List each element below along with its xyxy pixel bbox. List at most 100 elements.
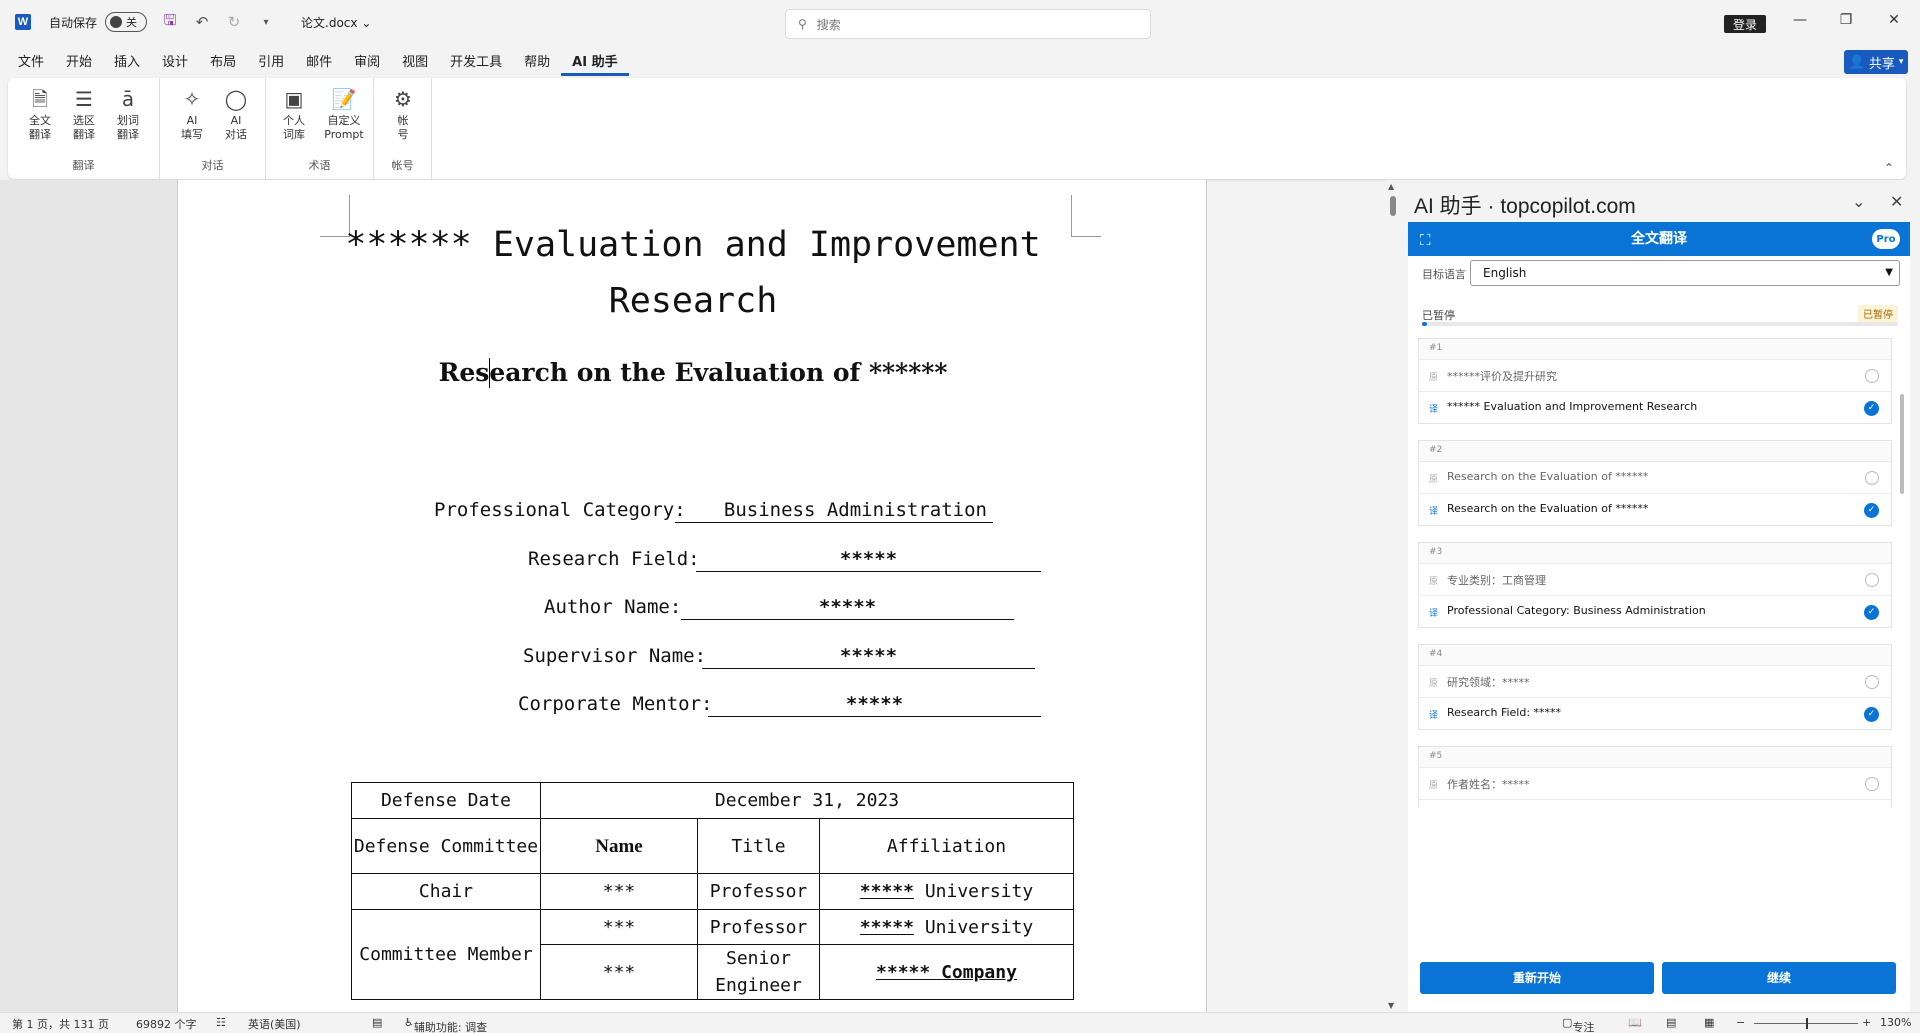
source-radio[interactable] xyxy=(1865,675,1879,689)
source-text: 作者姓名：***** xyxy=(1447,778,1530,791)
zoom-level[interactable]: 130% xyxy=(1880,1016,1911,1029)
source-radio[interactable] xyxy=(1865,369,1879,383)
source-row[interactable]: 原 Research on the Evaluation of ****** xyxy=(1419,461,1891,493)
scroll-thumb[interactable] xyxy=(1390,196,1396,216)
translated-row[interactable]: 译 ****** Evaluation and Improvement Resea… xyxy=(1419,391,1891,423)
ribbon: 🗎 全文 翻译 ☰ 选区 翻译 ā 划词 翻译 翻译 ✧ AI 填写 ◯ AI … xyxy=(8,78,1906,179)
document-title-line1: ****** Evaluation and Improvement xyxy=(345,225,1041,265)
ai-assistant-panel: AI 助手 · topcopilot.com ⌄ ✕ ⛶ 全文翻译 Pro 目标… xyxy=(1400,180,1920,1012)
affiliation-rest: University xyxy=(913,916,1034,938)
ai-write-button[interactable]: ✧ AI 填写 xyxy=(172,86,212,142)
source-radio[interactable] xyxy=(1865,573,1879,587)
list-scrollbar[interactable] xyxy=(1900,394,1904,494)
translated-row[interactable]: 译 Research Field: ***** ✓ xyxy=(1419,697,1891,729)
accessibility-label: 辅助功能: 调查 xyxy=(413,1021,488,1033)
tab-11[interactable]: AI 助手 xyxy=(561,50,629,76)
panel-header-title: 全文翻译 xyxy=(1631,231,1687,247)
language-status[interactable]: 英语(美国) xyxy=(248,1016,301,1032)
source-radio[interactable] xyxy=(1865,777,1879,791)
accessibility-status[interactable]: ♿ 辅助功能: 调查 xyxy=(404,1016,487,1033)
check-icon[interactable]: ✓ xyxy=(1864,503,1879,518)
pro-badge[interactable]: Pro xyxy=(1872,229,1900,249)
focus-mode[interactable]: ▢ 专注 xyxy=(1562,1016,1594,1033)
page-info[interactable]: 第 1 页，共 131 页 xyxy=(12,1016,109,1032)
customize-toolbar-icon[interactable]: ▾ xyxy=(257,17,275,28)
tab-8[interactable]: 视图 xyxy=(391,50,439,76)
account-button[interactable]: ⚙ 帐 号 xyxy=(383,86,423,142)
source-row[interactable]: 原作者姓名：***** xyxy=(1419,767,1891,799)
source-radio[interactable] xyxy=(1865,471,1879,485)
tab-1[interactable]: 开始 xyxy=(55,50,103,76)
close-icon[interactable]: ✕ xyxy=(1890,192,1903,211)
restore-button[interactable]: ❐ xyxy=(1836,12,1856,28)
focus-label: 专注 xyxy=(1572,1021,1595,1033)
search-input[interactable]: ⚲ 搜索 xyxy=(785,9,1151,39)
tab-10[interactable]: 帮助 xyxy=(513,50,561,76)
zoom-slider[interactable] xyxy=(1754,1018,1858,1029)
ai-chat-button[interactable]: ◯ AI 对话 xyxy=(216,86,256,142)
save-icon[interactable]: 🖫 xyxy=(161,10,179,35)
target-language-select[interactable]: English ▼ xyxy=(1470,260,1900,286)
document-name[interactable]: 论文.docx ⌄ xyxy=(301,14,371,31)
zoom-out-icon[interactable]: − xyxy=(1736,1016,1745,1029)
collapse-ribbon-icon[interactable]: ⌃ xyxy=(1884,161,1894,175)
zoom-slider-thumb[interactable] xyxy=(1806,1018,1808,1029)
selection-translate-button[interactable]: ☰ 选区 翻译 xyxy=(64,86,104,142)
tab-3[interactable]: 设计 xyxy=(151,50,199,76)
close-button[interactable]: ✕ xyxy=(1884,12,1904,28)
tab-9[interactable]: 开发工具 xyxy=(439,50,513,76)
source-row[interactable]: 原专业类别：工商管理 xyxy=(1419,563,1891,595)
translated-text: Research on the Evaluation of ****** xyxy=(1447,502,1649,515)
check-icon[interactable]: ✓ xyxy=(1864,401,1879,416)
continue-button[interactable]: 继续 xyxy=(1662,962,1896,994)
proofing-icon[interactable]: ☷ xyxy=(216,1016,226,1029)
web-layout-icon[interactable]: ▦ xyxy=(1704,1016,1714,1029)
custom-prompt-button[interactable]: 📝 自定义 Prompt xyxy=(320,86,368,142)
zoom-in-icon[interactable]: + xyxy=(1862,1016,1871,1029)
read-mode-icon[interactable]: 📖 xyxy=(1628,1016,1642,1029)
source-text: 专业类别：工商管理 xyxy=(1447,574,1546,587)
login-button[interactable]: 登录 xyxy=(1724,15,1766,33)
btn-label: 词库 xyxy=(283,128,305,141)
minimize-button[interactable]: — xyxy=(1790,12,1810,28)
autosave-toggle[interactable]: 关 xyxy=(105,12,148,32)
translated-tag: 译 xyxy=(1429,507,1439,517)
translated-row[interactable]: 译 Professional Category: Business Adminis… xyxy=(1419,595,1891,627)
restart-button[interactable]: 重新开始 xyxy=(1420,962,1654,994)
print-layout-icon[interactable]: ▤ xyxy=(1666,1016,1676,1029)
account-icon: ⚙ xyxy=(394,87,412,111)
tab-2[interactable]: 插入 xyxy=(103,50,151,76)
word-count[interactable]: 69892 个字 xyxy=(136,1016,197,1032)
list-item: #4 原研究领域：***** 译 Research Field: ***** ✓ xyxy=(1418,644,1892,730)
translated-tag: 译 xyxy=(1429,609,1439,619)
table-cell: Professor xyxy=(697,909,820,945)
btn-label: AI xyxy=(186,114,198,127)
group-label: 帐号 xyxy=(391,159,414,172)
progress-fill xyxy=(1422,322,1427,326)
document-scrollbar[interactable]: ▲ ▼ xyxy=(1386,180,1400,1012)
undo-icon[interactable]: ↶ xyxy=(193,13,211,31)
macro-icon[interactable]: ▤ xyxy=(372,1016,382,1029)
word-translate-button[interactable]: ā 划词 翻译 xyxy=(108,86,148,142)
translated-row[interactable]: 译Author Name: *****✓ xyxy=(1419,799,1891,808)
tab-5[interactable]: 引用 xyxy=(247,50,295,76)
tab-4[interactable]: 布局 xyxy=(199,50,247,76)
tab-6[interactable]: 邮件 xyxy=(295,50,343,76)
entry-number: #3 xyxy=(1429,547,1443,557)
source-row[interactable]: 原 ******评价及提升研究 xyxy=(1419,359,1891,391)
entry-number: #1 xyxy=(1429,343,1443,353)
check-icon[interactable]: ✓ xyxy=(1864,605,1879,620)
translated-row[interactable]: 译 Research on the Evaluation of ****** ✓ xyxy=(1419,493,1891,525)
document-page[interactable]: ****** Evaluation and Improvement Resear… xyxy=(177,180,1207,1012)
scroll-down-icon[interactable]: ▼ xyxy=(1388,1001,1394,1010)
share-button[interactable]: 👤 共享 ▾ xyxy=(1844,50,1908,74)
tab-0[interactable]: 文件 xyxy=(7,50,55,76)
check-icon[interactable]: ✓ xyxy=(1864,707,1879,722)
scroll-up-icon[interactable]: ▲ xyxy=(1388,182,1394,191)
personal-glossary-button[interactable]: ▣ 个人 词库 xyxy=(274,86,314,142)
redo-icon[interactable]: ↻ xyxy=(225,13,243,31)
chevron-down-icon[interactable]: ⌄ xyxy=(1852,192,1865,211)
source-row[interactable]: 原研究领域：***** xyxy=(1419,665,1891,697)
full-translate-button[interactable]: 🗎 全文 翻译 xyxy=(20,86,60,142)
tab-7[interactable]: 审阅 xyxy=(343,50,391,76)
